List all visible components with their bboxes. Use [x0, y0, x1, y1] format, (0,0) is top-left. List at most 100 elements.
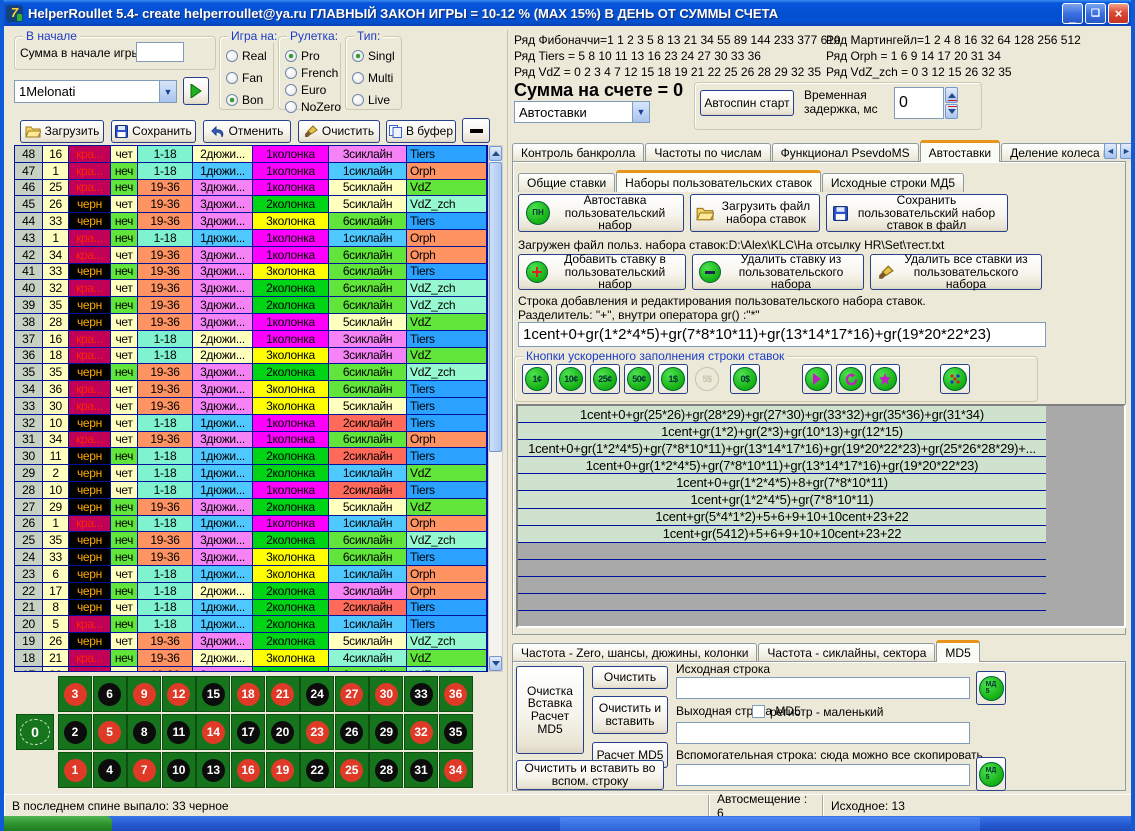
board-cell-20[interactable]: 20 — [266, 714, 300, 750]
load-bet-file-button[interactable]: Загрузить файл набора ставок — [690, 194, 820, 232]
tab-функционал-psevdoms[interactable]: Функционал PsevdoMS — [772, 143, 919, 162]
out-string-input[interactable] — [676, 722, 970, 744]
save-button[interactable]: Сохранить — [111, 120, 196, 143]
table-row[interactable]: 4625кра...неч19-363дюжи...1колонка5сикла… — [15, 180, 487, 197]
delete-all-bets-button[interactable]: Удалить все ставки из пользовательского … — [870, 254, 1042, 290]
history-scrollbar[interactable] — [488, 145, 503, 672]
board-cell-31[interactable]: 31 — [404, 752, 438, 788]
bottom-tab-bar[interactable]: Частота - Zero, шансы, дюжины, колонкиЧа… — [512, 640, 981, 662]
start-sum-input[interactable] — [136, 42, 184, 62]
board-cell-4[interactable]: 4 — [93, 752, 127, 788]
mode-combobox[interactable]: Автоставки ▼ — [514, 101, 650, 123]
main-tab-bar[interactable]: Контроль банкроллаЧастоты по числамФункц… — [512, 140, 1135, 162]
md5-source-button[interactable]: МД5 — [976, 671, 1006, 705]
table-row[interactable]: 2433черннеч19-363дюжи...3колонка6сиклайн… — [15, 549, 487, 566]
bet-string-row[interactable]: 1cent+gr(5412)+5+6+9+10+10cent+23+22 — [518, 526, 1046, 543]
board-cell-5[interactable]: 5 — [93, 714, 127, 750]
chevron-down-icon[interactable]: ▼ — [632, 102, 649, 122]
bet-string-empty-row[interactable] — [518, 577, 1046, 594]
table-row[interactable]: 2535черннеч19-363дюжи...2колонка6сиклайн… — [15, 532, 487, 549]
bet-string-row[interactable]: 1cent+gr(1*2)+gr(2*3)+gr(10*13)+gr(12*15… — [518, 423, 1046, 440]
board-cell-17[interactable]: 17 — [231, 714, 265, 750]
save-bet-file-button[interactable]: Сохранить пользовательский набор ставок … — [826, 194, 1008, 232]
md5-clear-paste-button[interactable]: Очистить и вставить — [592, 696, 668, 734]
bet-string-input[interactable] — [518, 322, 1046, 347]
md5-clear-button[interactable]: Очистить — [592, 666, 668, 689]
tab-наборы-пользовательских-ставок[interactable]: Наборы пользовательских ставок — [616, 170, 821, 192]
table-row[interactable]: 1821кра...неч19-362дюжи...3колонка4сикла… — [15, 650, 487, 667]
clear-insert-calc-button[interactable]: Очистка Вставка Расчет MD5 — [516, 666, 584, 754]
table-row[interactable]: 3716кра...чет1-182дюжи...1колонка3сиклай… — [15, 331, 487, 348]
table-row[interactable]: 292чернчет1-181дюжи...2колонка1сиклайнVd… — [15, 465, 487, 482]
lowercase-checkbox[interactable] — [752, 705, 765, 718]
bet-string-row[interactable]: 1cent+0+gr(1*2*4*5)+8+gr(7*8*10*11) — [518, 474, 1046, 491]
board-cell-6[interactable]: 6 — [93, 676, 127, 712]
coin-button-1c[interactable]: 1¢ — [522, 364, 552, 394]
table-row[interactable]: 3134кра...чет19-363дюжи...1колонка6сикла… — [15, 432, 487, 449]
delay-spin-up[interactable] — [945, 87, 958, 103]
board-cell-32[interactable]: 32 — [404, 714, 438, 750]
table-row[interactable]: 4526чернчет19-363дюжи...2колонка5сиклайн… — [15, 196, 487, 213]
board-cell-7[interactable]: 7 — [127, 752, 161, 788]
coin-button-50c[interactable]: 50¢ — [624, 364, 654, 394]
board-cell-15[interactable]: 15 — [196, 676, 230, 712]
sub-tab-bar[interactable]: Общие ставкиНаборы пользовательских став… — [518, 170, 965, 192]
minimize-button[interactable]: _ — [1062, 3, 1083, 24]
table-row[interactable]: 4816кра...чет1-182дюжи...1колонка3сиклай… — [15, 146, 487, 163]
tab-автоставки[interactable]: Автоставки — [920, 140, 1001, 162]
autospin-start-button[interactable]: Автоспин старт — [700, 90, 794, 116]
table-row[interactable]: 1926чернчет19-363дюжи...2колонка5сиклайн… — [15, 633, 487, 650]
table-row[interactable]: 3828чернчет19-363дюжи...1колонка5сиклайн… — [15, 314, 487, 331]
bet-string-empty-row[interactable] — [518, 543, 1046, 560]
board-cell-1[interactable]: 1 — [58, 752, 92, 788]
table-row[interactable]: 2729черннеч19-363дюжи...2колонка5сиклайн… — [15, 499, 487, 516]
table-row[interactable]: 2810чернчет1-181дюжи...1колонка2сиклайнT… — [15, 482, 487, 499]
board-cell-30[interactable]: 30 — [369, 676, 403, 712]
table-row[interactable]: 205кра...неч1-181дюжи...2колонка1сиклайн… — [15, 616, 487, 633]
board-cell-25[interactable]: 25 — [335, 752, 369, 788]
bet-string-row[interactable]: 1cent+0+gr(1*2*4*5)+gr(7*8*10*11)+gr(13*… — [518, 440, 1046, 457]
tab-общие-ставки[interactable]: Общие ставки — [518, 173, 615, 192]
bet-string-row[interactable]: 1cent+gr(1*2*4*5)+gr(7*8*10*11) — [518, 491, 1046, 508]
title-bar[interactable]: 7 HelperRoullet 5.4- create helperroulle… — [0, 0, 1135, 26]
scrollbar-thumb[interactable] — [489, 162, 502, 452]
scroll-down-icon[interactable] — [489, 656, 502, 671]
run-strategy-button[interactable] — [183, 77, 209, 105]
board-cell-14[interactable]: 14 — [196, 714, 230, 750]
board-cell-10[interactable]: 10 — [162, 752, 196, 788]
board-cell-36[interactable]: 36 — [439, 676, 473, 712]
undo-button[interactable]: Отменить — [203, 120, 291, 143]
table-row[interactable]: 261кра...неч1-181дюжи...1колонка1сиклайн… — [15, 516, 487, 533]
coin-button-10c[interactable]: 10¢ — [556, 364, 586, 394]
board-cell-18[interactable]: 18 — [231, 676, 265, 712]
spin-history-table[interactable]: 4816кра...чет1-182дюжи...1колонка3сиклай… — [14, 145, 488, 672]
bet-string-empty-row[interactable] — [518, 611, 1046, 628]
coin-button-1d[interactable]: 1$ — [658, 364, 688, 394]
bet-string-row[interactable]: 1cent+0+gr(25*26)+gr(28*29)+gr(27*30)+gr… — [518, 406, 1046, 423]
table-row[interactable]: 471кра...неч1-181дюжи...1колонка1сиклайн… — [15, 163, 487, 180]
coin-button-0d[interactable]: 0$ — [730, 364, 760, 394]
strategy-combobox[interactable]: 1Melonati ▼ — [14, 80, 177, 103]
board-cell-8[interactable]: 8 — [127, 714, 161, 750]
radio-euro[interactable]: Euro — [285, 82, 341, 97]
taskbar[interactable] — [0, 816, 1135, 831]
collapse-button[interactable] — [462, 118, 490, 143]
board-cell-24[interactable]: 24 — [300, 676, 334, 712]
board-cell-3[interactable]: 3 — [58, 676, 92, 712]
taskbar-button[interactable] — [560, 817, 980, 831]
table-row[interactable]: 3618кра...чет1-182дюжи...3колонка3сиклай… — [15, 348, 487, 365]
delete-bet-button[interactable]: Удалить ставку из пользовательского набо… — [692, 254, 864, 290]
quick-random-button[interactable] — [940, 364, 970, 394]
clear-button[interactable]: Очистить — [298, 120, 380, 143]
radio-french[interactable]: French — [285, 65, 341, 80]
table-row[interactable]: 4433черннеч19-363дюжи...3колонка6сиклайн… — [15, 213, 487, 230]
tab-контроль-банкролла[interactable]: Контроль банкролла — [512, 143, 644, 162]
board-cell-21[interactable]: 21 — [266, 676, 300, 712]
delay-input[interactable] — [894, 87, 944, 119]
board-cell-26[interactable]: 26 — [335, 714, 369, 750]
quick-repeat-button[interactable] — [836, 364, 866, 394]
load-button[interactable]: Загрузить — [20, 120, 104, 143]
md5-aux-button[interactable]: МД5 — [976, 757, 1006, 791]
table-row[interactable]: 3535черннеч19-363дюжи...2колонка6сиклайн… — [15, 364, 487, 381]
bet-string-row[interactable]: 1cent+0+gr(1*2*4*5)+gr(7*8*10*11)+gr(13*… — [518, 457, 1046, 474]
